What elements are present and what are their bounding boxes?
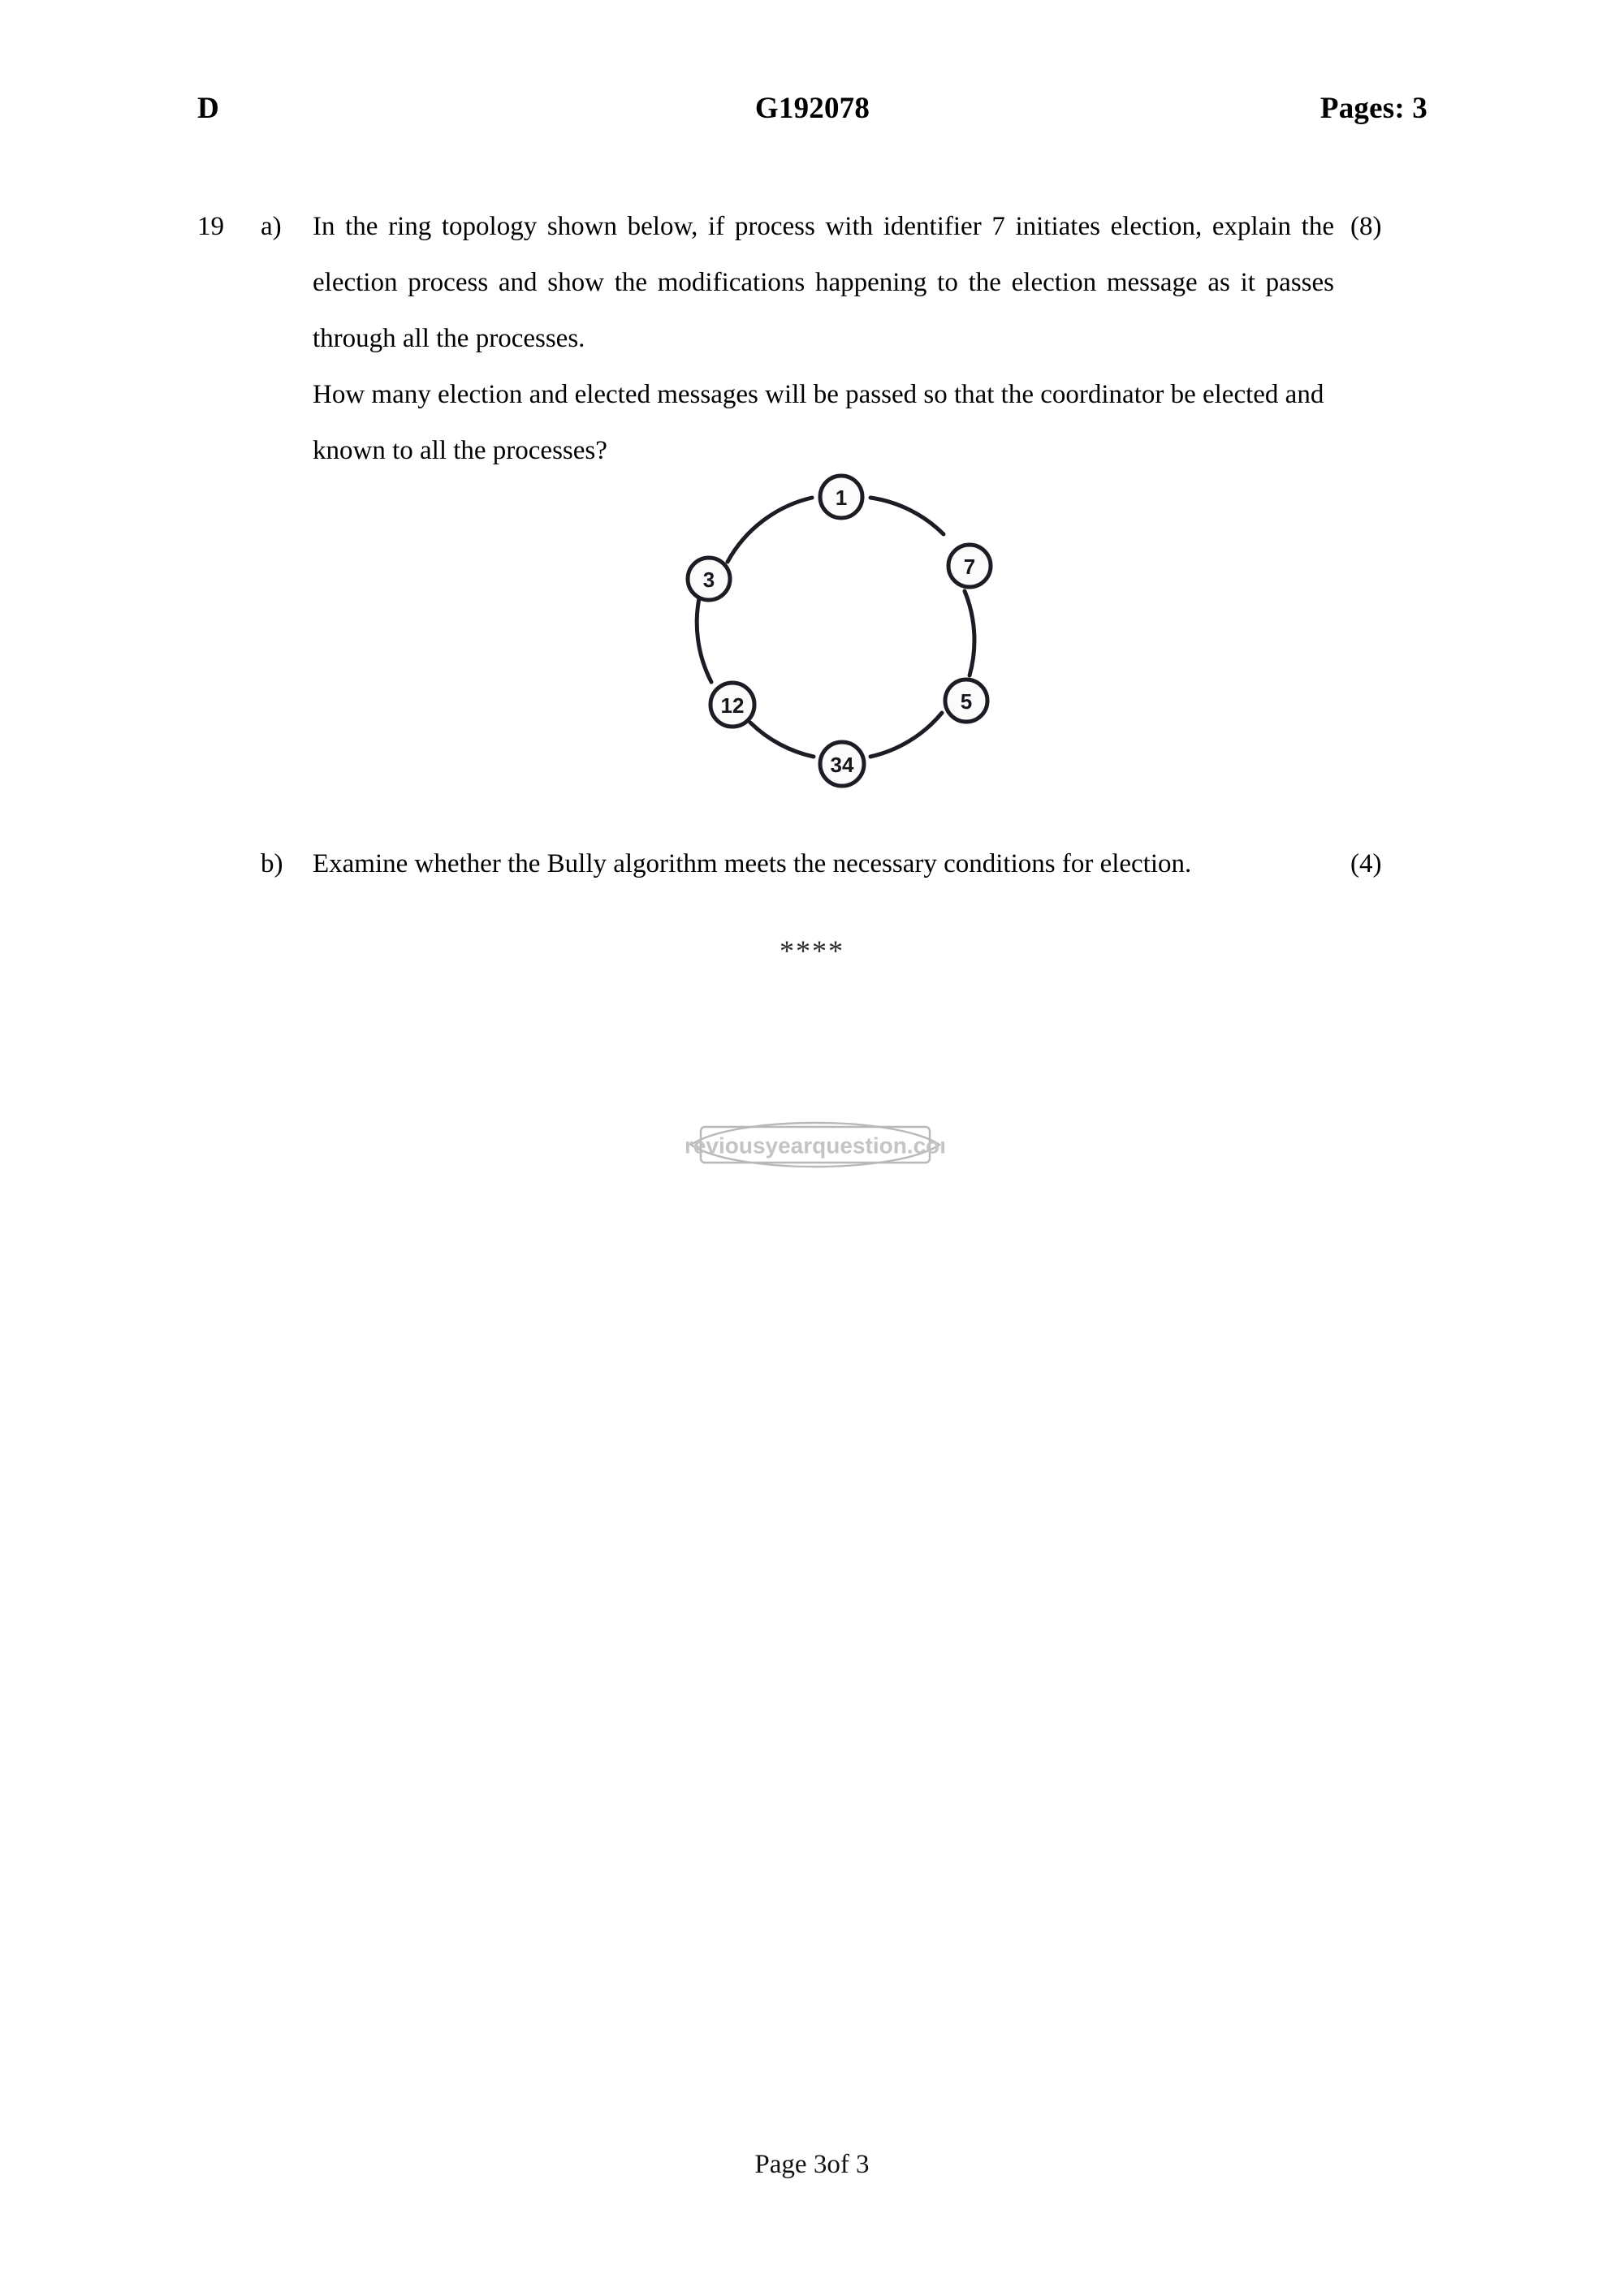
- document-page: D G192078 Pages: 3 19 a) (8) In the ring…: [0, 0, 1624, 2296]
- marks-part-b: (4): [1350, 849, 1382, 878]
- watermark-text: previousyearquestion.com: [686, 1133, 944, 1159]
- header-left-code: D: [197, 92, 219, 125]
- ring-node-1-label: 1: [836, 486, 847, 510]
- ring-edge-3-12: [694, 592, 714, 684]
- question-a-paragraph-1: In the ring topology shown below, if pro…: [313, 212, 1334, 353]
- ring-node-34-label: 34: [831, 753, 854, 777]
- ring-node-5-label: 5: [961, 689, 972, 714]
- question-a-text: In the ring topology shown below, if pro…: [313, 199, 1334, 479]
- header-paper-code: G192078: [754, 92, 870, 125]
- ring-edge-34-5: [868, 710, 944, 759]
- header-pages-label: Pages: 3: [1320, 92, 1427, 125]
- marks-part-a: (8): [1350, 212, 1382, 241]
- site-watermark: previousyearquestion.com: [686, 1119, 944, 1171]
- ring-edge-5-7: [962, 589, 977, 678]
- part-label-b: b): [261, 849, 283, 878]
- ring-node-7-label: 7: [964, 555, 975, 579]
- ring-edge-12-34: [748, 720, 816, 759]
- question-19-part-a: 19 a) (8) In the ring topology shown bel…: [197, 199, 1427, 479]
- ring-edge-1-3: [725, 495, 814, 564]
- page-header: D G192078 Pages: 3: [197, 91, 1427, 133]
- ring-node-3-label: 3: [703, 568, 715, 592]
- ring-node-12-label: 12: [721, 693, 745, 718]
- page-footer: Page 3of 3: [754, 2150, 870, 2179]
- end-of-paper-divider: ****: [780, 934, 844, 967]
- question-a-paragraph-2: How many election and elected messages w…: [313, 380, 1324, 465]
- question-19-part-b: b) (4) Examine whether the Bully algorit…: [197, 836, 1427, 892]
- ring-edge-7-1: [868, 495, 946, 537]
- question-number: 19: [197, 212, 224, 241]
- part-label-a: a): [261, 212, 282, 241]
- ring-topology-diagram: 1 7 5 34 12 3: [641, 471, 1023, 804]
- question-b-paragraph-1: Examine whether the Bully algorithm meet…: [313, 849, 1192, 878]
- question-b-text: Examine whether the Bully algorithm meet…: [313, 836, 1334, 892]
